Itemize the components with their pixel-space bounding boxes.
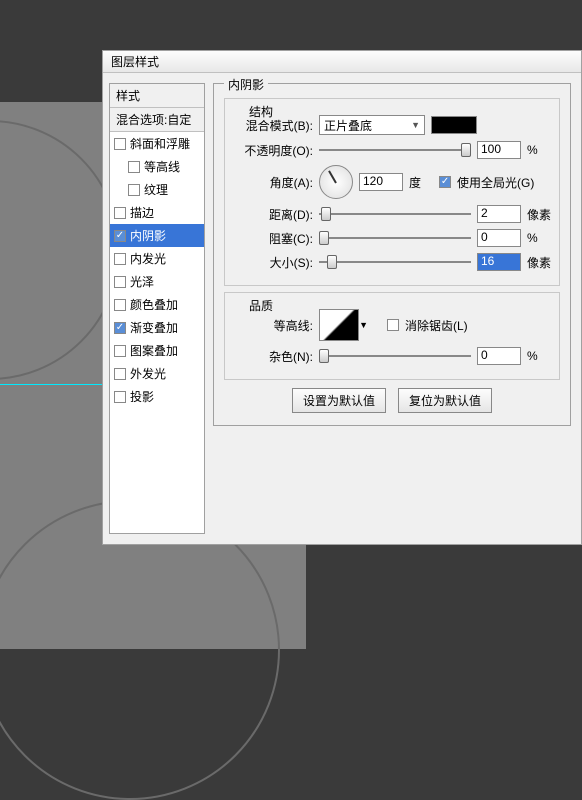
distance-label: 距离(D): <box>233 206 313 223</box>
style-checkbox[interactable] <box>128 184 140 196</box>
distance-slider[interactable] <box>319 205 471 223</box>
style-item-label: 外发光 <box>130 365 166 382</box>
style-item-4[interactable]: 内阴影 <box>110 224 204 247</box>
style-item-label: 内阴影 <box>130 227 166 244</box>
quality-legend: 品质 <box>245 297 277 314</box>
style-checkbox[interactable] <box>114 207 126 219</box>
opacity-input[interactable]: 100 <box>477 141 521 159</box>
style-item-0[interactable]: 斜面和浮雕 <box>110 132 204 155</box>
size-slider[interactable] <box>319 253 471 271</box>
choke-slider[interactable] <box>319 229 471 247</box>
style-checkbox[interactable] <box>114 230 126 242</box>
style-item-label: 光泽 <box>130 273 154 290</box>
noise-input[interactable]: 0 <box>477 347 521 365</box>
style-item-label: 颜色叠加 <box>130 296 178 313</box>
contour-picker[interactable]: ▼ <box>319 309 359 341</box>
angle-dial[interactable] <box>319 165 353 199</box>
opacity-unit: % <box>527 143 551 157</box>
style-item-11[interactable]: 投影 <box>110 385 204 408</box>
choke-unit: % <box>527 231 551 245</box>
inner-shadow-panel: 内阴影 结构 混合模式(B): 正片叠底 ▼ 不透明度(O): <box>213 83 571 426</box>
style-checkbox[interactable] <box>128 161 140 173</box>
antialias-checkbox[interactable] <box>387 319 399 331</box>
style-checkbox[interactable] <box>114 368 126 380</box>
noise-slider[interactable] <box>319 347 471 365</box>
size-label: 大小(S): <box>233 254 313 271</box>
opacity-slider[interactable] <box>319 141 471 159</box>
style-item-label: 斜面和浮雕 <box>130 135 190 152</box>
style-item-label: 内发光 <box>130 250 166 267</box>
style-item-9[interactable]: 图案叠加 <box>110 339 204 362</box>
global-light-checkbox[interactable] <box>439 176 451 188</box>
angle-unit: 度 <box>409 174 421 191</box>
style-checkbox[interactable] <box>114 253 126 265</box>
size-unit: 像素 <box>527 254 551 271</box>
style-checkbox[interactable] <box>114 322 126 334</box>
angle-label: 角度(A): <box>233 174 313 191</box>
style-item-label: 渐变叠加 <box>130 319 178 336</box>
set-default-button[interactable]: 设置为默认值 <box>292 388 386 413</box>
style-item-label: 纹理 <box>144 181 168 198</box>
choke-label: 阻塞(C): <box>233 230 313 247</box>
antialias-label: 消除锯齿(L) <box>405 317 468 334</box>
style-item-1[interactable]: 等高线 <box>110 155 204 178</box>
angle-input[interactable]: 120 <box>359 173 403 191</box>
size-input[interactable]: 16 <box>477 253 521 271</box>
style-item-2[interactable]: 纹理 <box>110 178 204 201</box>
opacity-label: 不透明度(O): <box>233 142 313 159</box>
style-checkbox[interactable] <box>114 345 126 357</box>
styles-header[interactable]: 样式 <box>110 84 204 108</box>
blend-mode-combo[interactable]: 正片叠底 ▼ <box>319 115 425 135</box>
quality-group: 品质 等高线: ▼ 消除锯齿(L) 杂色(N): 0 % <box>224 292 560 380</box>
style-item-label: 描边 <box>130 204 154 221</box>
style-item-10[interactable]: 外发光 <box>110 362 204 385</box>
reset-default-button[interactable]: 复位为默认值 <box>398 388 492 413</box>
style-item-6[interactable]: 光泽 <box>110 270 204 293</box>
blend-mode-value: 正片叠底 <box>324 117 372 134</box>
style-item-label: 图案叠加 <box>130 342 178 359</box>
style-item-label: 等高线 <box>144 158 180 175</box>
style-checkbox[interactable] <box>114 299 126 311</box>
layer-style-dialog: 图层样式 样式 混合选项:自定 斜面和浮雕等高线纹理描边内阴影内发光光泽颜色叠加… <box>102 50 582 545</box>
structure-legend: 结构 <box>245 103 277 120</box>
panel-title: 内阴影 <box>224 76 268 93</box>
dialog-title: 图层样式 <box>111 53 159 70</box>
blend-options-row[interactable]: 混合选项:自定 <box>110 108 204 132</box>
style-item-label: 投影 <box>130 388 154 405</box>
style-checkbox[interactable] <box>114 391 126 403</box>
noise-label: 杂色(N): <box>233 348 313 365</box>
style-item-5[interactable]: 内发光 <box>110 247 204 270</box>
distance-unit: 像素 <box>527 206 551 223</box>
style-item-7[interactable]: 颜色叠加 <box>110 293 204 316</box>
style-item-3[interactable]: 描边 <box>110 201 204 224</box>
style-item-8[interactable]: 渐变叠加 <box>110 316 204 339</box>
chevron-down-icon: ▼ <box>411 120 420 130</box>
global-light-label: 使用全局光(G) <box>457 174 534 191</box>
color-swatch[interactable] <box>431 116 477 134</box>
noise-unit: % <box>527 349 551 363</box>
contour-label: 等高线: <box>233 317 313 334</box>
style-checkbox[interactable] <box>114 138 126 150</box>
chevron-down-icon: ▼ <box>359 320 368 330</box>
structure-group: 结构 混合模式(B): 正片叠底 ▼ 不透明度(O): 100 % <box>224 98 560 286</box>
dialog-titlebar[interactable]: 图层样式 <box>103 51 581 73</box>
choke-input[interactable]: 0 <box>477 229 521 247</box>
styles-list: 样式 混合选项:自定 斜面和浮雕等高线纹理描边内阴影内发光光泽颜色叠加渐变叠加图… <box>109 83 205 534</box>
distance-input[interactable]: 2 <box>477 205 521 223</box>
style-checkbox[interactable] <box>114 276 126 288</box>
